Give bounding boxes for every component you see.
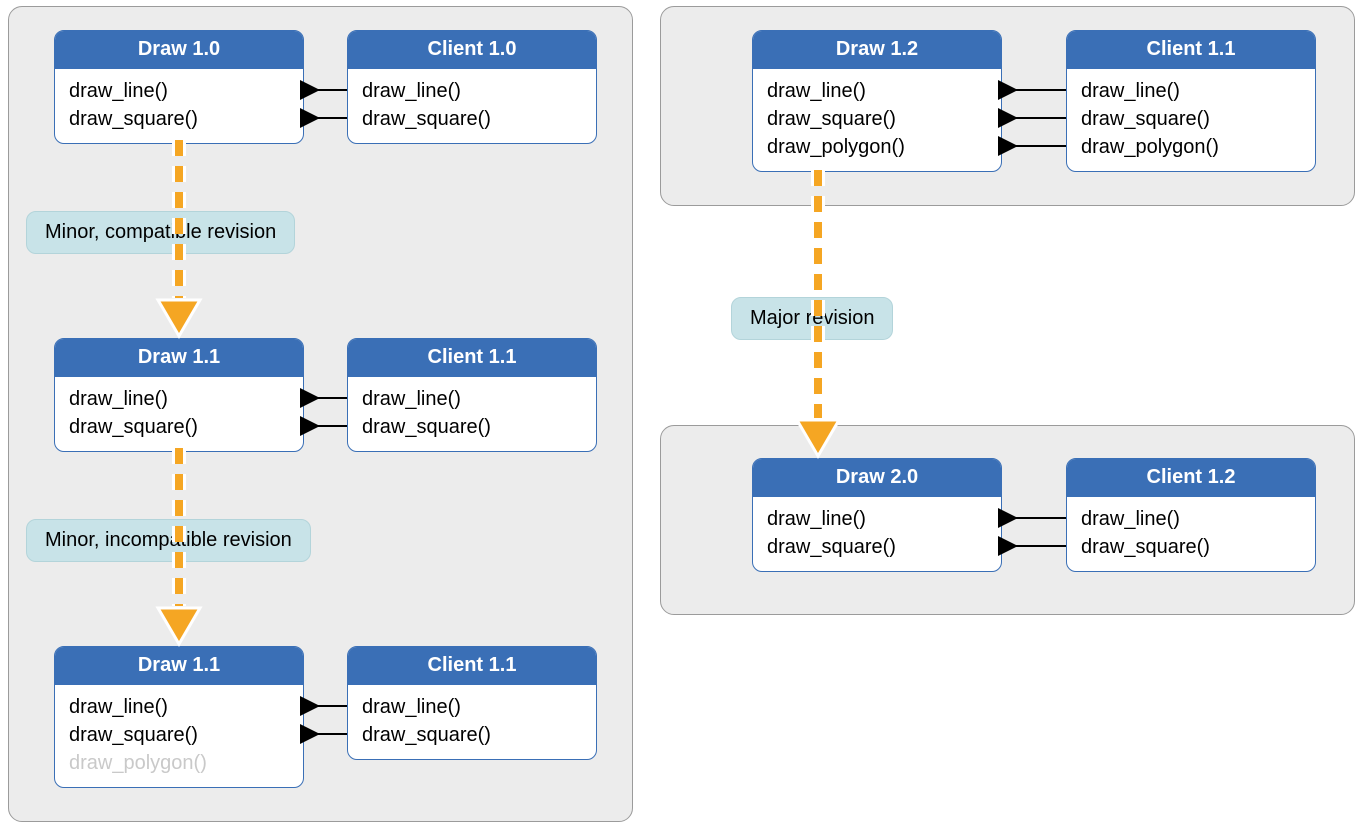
method: draw_square() <box>362 721 582 749</box>
box-title: Client 1.1 <box>348 647 596 685</box>
revision-label-minor-incompatible: Minor, incompatible revision <box>26 519 311 562</box>
box-title: Client 1.1 <box>1067 31 1315 69</box>
method: draw_square() <box>767 105 987 133</box>
method: draw_square() <box>362 105 582 133</box>
method: draw_line() <box>1081 77 1301 105</box>
box-client-1.1-a: Client 1.1 draw_line() draw_square() <box>347 338 597 452</box>
box-client-1.0: Client 1.0 draw_line() draw_square() <box>347 30 597 144</box>
method: draw_line() <box>362 385 582 413</box>
box-draw-1.0: Draw 1.0 draw_line() draw_square() <box>54 30 304 144</box>
box-title: Draw 1.1 <box>55 339 303 377</box>
method: draw_line() <box>362 77 582 105</box>
method: draw_line() <box>767 505 987 533</box>
method: draw_polygon() <box>767 133 987 161</box>
box-client-1.2: Client 1.2 draw_line() draw_square() <box>1066 458 1316 572</box>
method: draw_line() <box>69 385 289 413</box>
revision-label-minor-compatible: Minor, compatible revision <box>26 211 295 254</box>
method: draw_square() <box>767 533 987 561</box>
box-draw-1.1-a: Draw 1.1 draw_line() draw_square() <box>54 338 304 452</box>
box-title: Draw 1.2 <box>753 31 1001 69</box>
method: draw_square() <box>1081 105 1301 133</box>
method: draw_line() <box>1081 505 1301 533</box>
box-title: Client 1.0 <box>348 31 596 69</box>
method: draw_square() <box>69 413 289 441</box>
method: draw_square() <box>69 105 289 133</box>
box-title: Draw 1.0 <box>55 31 303 69</box>
method: draw_square() <box>1081 533 1301 561</box>
diagram-canvas: Draw 1.0 draw_line() draw_square() Clien… <box>0 0 1362 828</box>
method: draw_line() <box>69 77 289 105</box>
box-draw-2.0: Draw 2.0 draw_line() draw_square() <box>752 458 1002 572</box>
method: draw_polygon() <box>1081 133 1301 161</box>
box-client-1.1-right: Client 1.1 draw_line() draw_square() dra… <box>1066 30 1316 172</box>
method-dimmed: draw_polygon() <box>69 749 289 777</box>
box-title: Client 1.1 <box>348 339 596 377</box>
method: draw_line() <box>767 77 987 105</box>
box-draw-1.1-b: Draw 1.1 draw_line() draw_square() draw_… <box>54 646 304 788</box>
method: draw_square() <box>362 413 582 441</box>
box-title: Client 1.2 <box>1067 459 1315 497</box>
box-title: Draw 1.1 <box>55 647 303 685</box>
method: draw_square() <box>69 721 289 749</box>
revision-label-major: Major revision <box>731 297 893 340</box>
box-client-1.1-b: Client 1.1 draw_line() draw_square() <box>347 646 597 760</box>
method: draw_line() <box>362 693 582 721</box>
box-title: Draw 2.0 <box>753 459 1001 497</box>
box-draw-1.2: Draw 1.2 draw_line() draw_square() draw_… <box>752 30 1002 172</box>
method: draw_line() <box>69 693 289 721</box>
